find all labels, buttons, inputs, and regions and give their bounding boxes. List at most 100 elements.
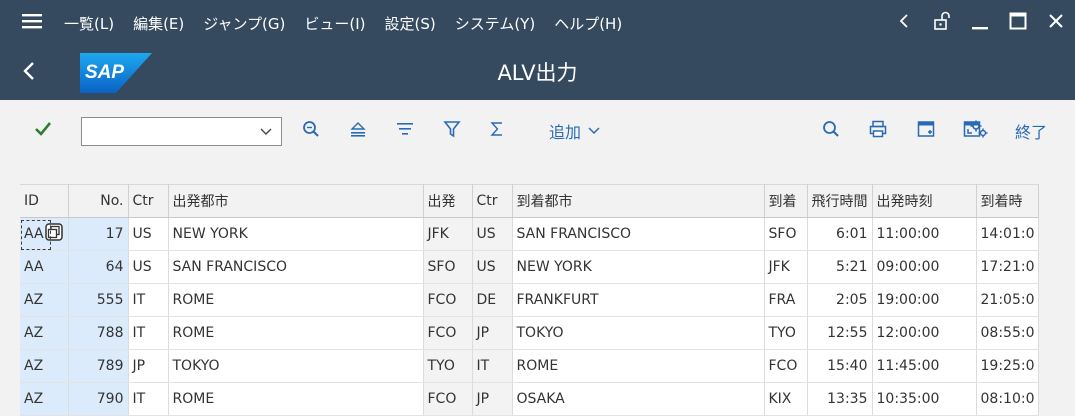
cell-flight-no[interactable]: 17 [68, 217, 129, 251]
selected-cell[interactable]: AA [21, 220, 64, 250]
cell-arr-city[interactable]: ROME [512, 349, 765, 383]
table-row[interactable]: AZ 790 IT ROME FCO JP OSAKA KIX 13:35 10:35:00 08:… [20, 382, 1040, 416]
settings-gear-button[interactable] [964, 100, 994, 162]
cell-arr-airport[interactable]: TYO [764, 316, 808, 350]
add-menu-button[interactable]: 追加 [549, 100, 601, 162]
chevron-down-icon[interactable] [259, 123, 273, 143]
cell-flight-time[interactable]: 2:05 [807, 283, 873, 317]
cell-arr-country[interactable]: DE [472, 283, 513, 317]
table-row[interactable]: AA 64 US SAN FRANCISCO SFO US NEW YORK JFK 5:21 0… [20, 250, 1040, 284]
menu-item-system[interactable]: システム(Y) [455, 13, 535, 34]
hamburger-menu-button[interactable] [0, 0, 64, 46]
cell-arr-time[interactable]: 14:01:0 [976, 217, 1040, 251]
cell-flight-time[interactable]: 13:35 [807, 382, 873, 416]
cell-dep-country[interactable]: US [128, 250, 169, 284]
cell-dep-country[interactable]: IT [128, 316, 169, 350]
cell-arr-airport[interactable]: FRA [764, 283, 808, 317]
menu-item-view[interactable]: ビュー(I) [304, 13, 365, 34]
cell-dep-airport[interactable]: FCO [423, 382, 473, 416]
column-header-dep-city[interactable]: 出発都市 [168, 184, 424, 218]
cell-dep-time[interactable]: 12:00:00 [872, 316, 977, 350]
filter-button[interactable] [437, 100, 467, 162]
column-header-arr-time[interactable]: 到着時 [976, 184, 1040, 218]
cell-arr-country[interactable]: JP [472, 382, 513, 416]
cell-dep-city[interactable]: NEW YORK [168, 217, 424, 251]
cell-arr-airport[interactable]: SFO [764, 217, 808, 251]
cell-arr-time[interactable]: 08:55:0 [976, 316, 1040, 350]
cell-dep-airport[interactable]: TYO [423, 349, 473, 383]
find-button[interactable] [296, 100, 326, 162]
cell-arr-country[interactable]: JP [472, 316, 513, 350]
cell-dep-time[interactable]: 09:00:00 [872, 250, 977, 284]
column-header-dep-time[interactable]: 出発時刻 [872, 184, 977, 218]
column-header-arr-airport[interactable]: 到着 [764, 184, 808, 218]
column-header-flight-time[interactable]: 飛行時間 [807, 184, 873, 218]
column-header-id[interactable]: ID [20, 184, 69, 218]
minimize-button[interactable] [961, 0, 999, 46]
cell-airline-id[interactable]: AZ [20, 349, 69, 383]
cell-arr-country[interactable]: IT [472, 349, 513, 383]
cell-dep-time[interactable]: 11:00:00 [872, 217, 977, 251]
cell-arr-country[interactable]: US [472, 217, 513, 251]
cell-dep-city[interactable]: ROME [168, 316, 424, 350]
cell-arr-city[interactable]: FRANKFURT [512, 283, 765, 317]
menu-item-edit[interactable]: 編集(E) [133, 13, 184, 34]
cell-dep-country[interactable]: IT [128, 283, 169, 317]
column-header-flight-no[interactable]: No. [68, 184, 129, 218]
cell-flight-no[interactable]: 790 [68, 382, 129, 416]
cell-dep-airport[interactable]: FCO [423, 283, 473, 317]
column-header-arr-city[interactable]: 到着都市 [512, 184, 765, 218]
cell-dep-city[interactable]: SAN FRANCISCO [168, 250, 424, 284]
cell-flight-no[interactable]: 789 [68, 349, 129, 383]
cell-arr-airport[interactable]: FCO [764, 349, 808, 383]
cell-dep-country[interactable]: IT [128, 382, 169, 416]
cell-arr-airport[interactable]: JFK [764, 250, 808, 284]
cell-flight-time[interactable]: 5:21 [807, 250, 873, 284]
cell-airline-id[interactable]: AZ [20, 283, 69, 317]
menu-item-settings[interactable]: 設定(S) [385, 13, 436, 34]
cell-airline-id[interactable]: AA [20, 250, 69, 284]
column-header-dep-airport[interactable]: 出発 [423, 184, 473, 218]
maximize-button[interactable] [999, 0, 1037, 46]
cell-flight-no[interactable]: 788 [68, 316, 129, 350]
table-row[interactable]: AZ 555 IT ROME FCO DE FRANKFURT FRA 2:05 19:00:00… [20, 283, 1040, 317]
cell-dep-time[interactable]: 11:45:00 [872, 349, 977, 383]
exit-button[interactable]: 終了 [1015, 100, 1047, 162]
sort-descending-button[interactable] [390, 100, 420, 162]
menu-item-help[interactable]: ヘルプ(H) [554, 13, 622, 34]
cell-airline-id[interactable]: AA [20, 217, 69, 251]
close-button[interactable] [1037, 0, 1075, 46]
cell-dep-city[interactable]: TOKYO [168, 349, 424, 383]
table-row[interactable]: AZ 789 JP TOKYO TYO IT ROME FCO 15:40 11:45:00 19:… [20, 349, 1040, 383]
command-field[interactable] [81, 117, 282, 146]
cell-dep-city[interactable]: ROME [168, 382, 424, 416]
column-header-dep-country[interactable]: Ctr [128, 184, 169, 218]
lock-button[interactable] [923, 0, 961, 46]
cell-arr-time[interactable]: 17:21:0 [976, 250, 1040, 284]
export-button[interactable] [911, 100, 941, 162]
cell-flight-time[interactable]: 6:01 [807, 217, 873, 251]
cell-arr-time[interactable]: 19:25:0 [976, 349, 1040, 383]
cell-airline-id[interactable]: AZ [20, 382, 69, 416]
sort-ascending-button[interactable] [343, 100, 373, 162]
back-button[interactable] [22, 46, 62, 100]
print-button[interactable] [863, 100, 893, 162]
cell-dep-city[interactable]: ROME [168, 283, 424, 317]
menu-item-goto[interactable]: ジャンプ(G) [203, 13, 285, 34]
cell-arr-time[interactable]: 21:05:0 [976, 283, 1040, 317]
cell-flight-no[interactable]: 555 [68, 283, 129, 317]
command-input[interactable] [88, 119, 252, 146]
cell-dep-airport[interactable]: JFK [423, 217, 473, 251]
cell-arr-city[interactable]: OSAKA [512, 382, 765, 416]
cell-dep-airport[interactable]: FCO [423, 316, 473, 350]
menu-item-list[interactable]: 一覧(L) [64, 13, 114, 34]
column-header-arr-country[interactable]: Ctr [472, 184, 513, 218]
cell-dep-airport[interactable]: SFO [423, 250, 473, 284]
cell-arr-city[interactable]: SAN FRANCISCO [512, 217, 765, 251]
cell-airline-id[interactable]: AZ [20, 316, 69, 350]
table-row[interactable]: AA 17 US NEW YORK JFK US SAN FRANCISCO SFO 6:01 1… [20, 217, 1040, 251]
cell-flight-time[interactable]: 12:55 [807, 316, 873, 350]
cell-flight-no[interactable]: 64 [68, 250, 129, 284]
cell-dep-country[interactable]: JP [128, 349, 169, 383]
enter-button[interactable] [28, 100, 58, 162]
